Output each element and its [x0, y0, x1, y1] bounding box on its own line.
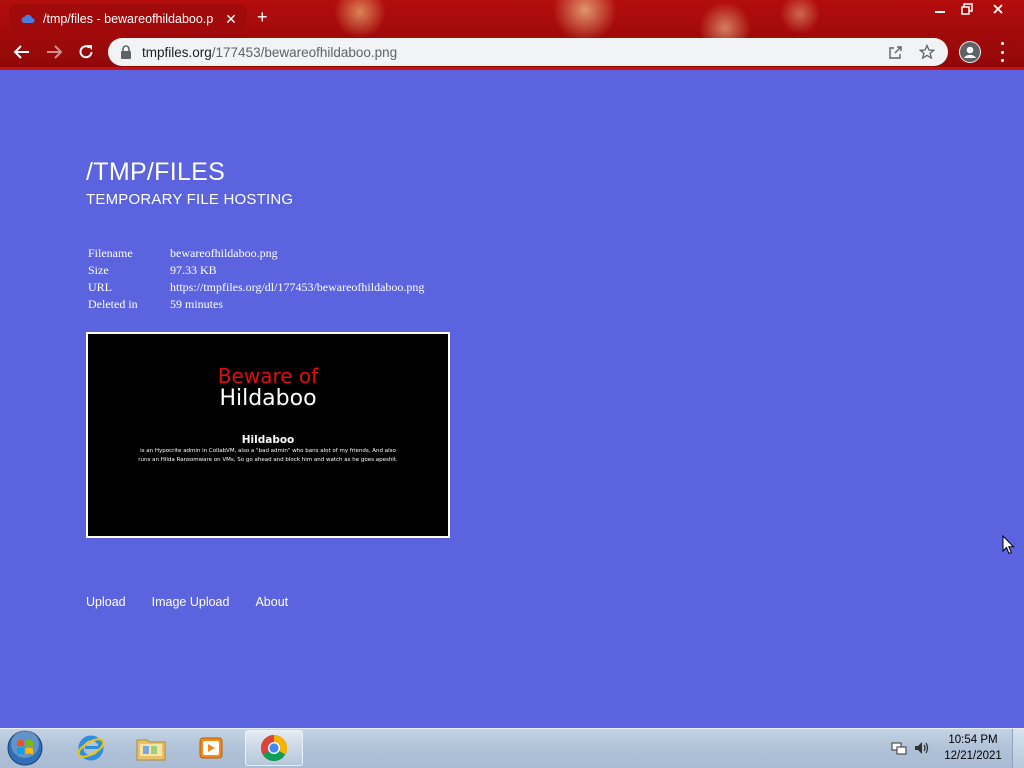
taskbar-clock[interactable]: 10:54 PM 12/21/2021: [938, 732, 1008, 764]
volume-tray-icon[interactable]: [913, 738, 931, 758]
deleted-in-value: 59 minutes: [170, 297, 223, 311]
table-row: URL https://tmpfiles.org/dl/177453/bewar…: [86, 279, 426, 296]
taskbar-file-explorer[interactable]: [123, 730, 179, 766]
lock-icon: [121, 45, 131, 59]
cloud-icon: [21, 14, 35, 23]
deleted-in-label: Deleted in: [88, 297, 138, 311]
footer-nav: Upload Image Upload About: [86, 595, 314, 609]
toolbar-edge: [0, 67, 1024, 70]
browser-menu-button[interactable]: [995, 42, 1009, 62]
taskbar-media-player[interactable]: [183, 730, 239, 766]
media-player-icon: [199, 737, 223, 759]
arrow-right-icon: [47, 45, 63, 59]
url-path: /177453/bewareofhildaboo.png: [211, 44, 398, 60]
clock-time: 10:54 PM: [948, 734, 998, 746]
address-bar[interactable]: tmpfiles.org/177453/bewareofhildaboo.png: [108, 38, 948, 66]
reload-button[interactable]: [75, 41, 97, 63]
site-subtitle: TEMPORARY FILE HOSTING: [86, 191, 294, 208]
minimize-button[interactable]: [926, 0, 954, 18]
preview-line-beware: Beware of: [217, 364, 319, 388]
restore-button[interactable]: [953, 0, 981, 18]
image-upload-link[interactable]: Image Upload: [152, 595, 230, 609]
close-tab-icon[interactable]: ✕: [223, 11, 239, 27]
table-row: Deleted in 59 minutes: [86, 296, 426, 313]
table-row: Filename bewareofhildaboo.png: [86, 245, 426, 262]
filename-value: bewareofhildaboo.png: [170, 246, 278, 260]
upload-link[interactable]: Upload: [86, 595, 126, 609]
show-desktop-button[interactable]: [1012, 729, 1024, 768]
filename-label: Filename: [88, 246, 133, 260]
file-info-table: Filename bewareofhildaboo.png Size 97.33…: [86, 245, 426, 313]
arrow-left-icon: [13, 45, 29, 59]
bookmark-star-icon[interactable]: [918, 43, 936, 61]
profile-avatar-button[interactable]: [959, 41, 981, 63]
start-button[interactable]: [5, 729, 45, 767]
close-window-button[interactable]: [983, 0, 1013, 18]
taskbar-chrome[interactable]: [245, 730, 303, 766]
preview-line-hildaboo: Hildaboo: [219, 386, 317, 411]
folder-icon: [136, 739, 166, 761]
clock-date: 12/21/2021: [944, 750, 1002, 762]
windows-start-icon: [7, 730, 43, 766]
restore-icon: [961, 3, 973, 15]
preview-body: is an Hypocrite admin in CollabVM, also …: [138, 448, 398, 463]
close-icon: [993, 4, 1003, 14]
internet-explorer-icon: [77, 735, 105, 761]
site-title: /TMP/FILES: [86, 158, 226, 186]
about-link[interactable]: About: [255, 595, 288, 609]
back-button[interactable]: [11, 41, 33, 63]
table-row: Size 97.33 KB: [86, 262, 426, 279]
size-value: 97.33 KB: [170, 263, 217, 277]
taskbar-internet-explorer[interactable]: [63, 730, 119, 766]
browser-tab[interactable]: /tmp/files - bewareofhildaboo.p ✕: [9, 4, 247, 34]
size-label: Size: [88, 263, 109, 277]
reload-icon: [79, 45, 93, 59]
network-tray-icon[interactable]: [890, 738, 908, 758]
mouse-cursor-icon: [1002, 535, 1015, 555]
url-host: tmpfiles.org: [142, 44, 212, 60]
minimize-icon: [935, 11, 945, 13]
chrome-icon: [260, 734, 288, 762]
forward-button[interactable]: [43, 41, 65, 63]
download-url-link[interactable]: https://tmpfiles.org/dl/177453/bewareofh…: [168, 279, 426, 296]
tab-title: /tmp/files - bewareofhildaboo.p: [43, 12, 214, 26]
share-icon[interactable]: [886, 43, 904, 61]
preview-heading: Hildaboo: [241, 434, 295, 446]
new-tab-button[interactable]: +: [257, 8, 268, 26]
image-preview[interactable]: Beware of Hildaboo Hildaboo is an Hypocr…: [86, 332, 450, 538]
person-icon: [960, 42, 980, 62]
url-text[interactable]: tmpfiles.org/177453/bewareofhildaboo.png: [142, 45, 872, 60]
url-label: URL: [88, 280, 112, 294]
